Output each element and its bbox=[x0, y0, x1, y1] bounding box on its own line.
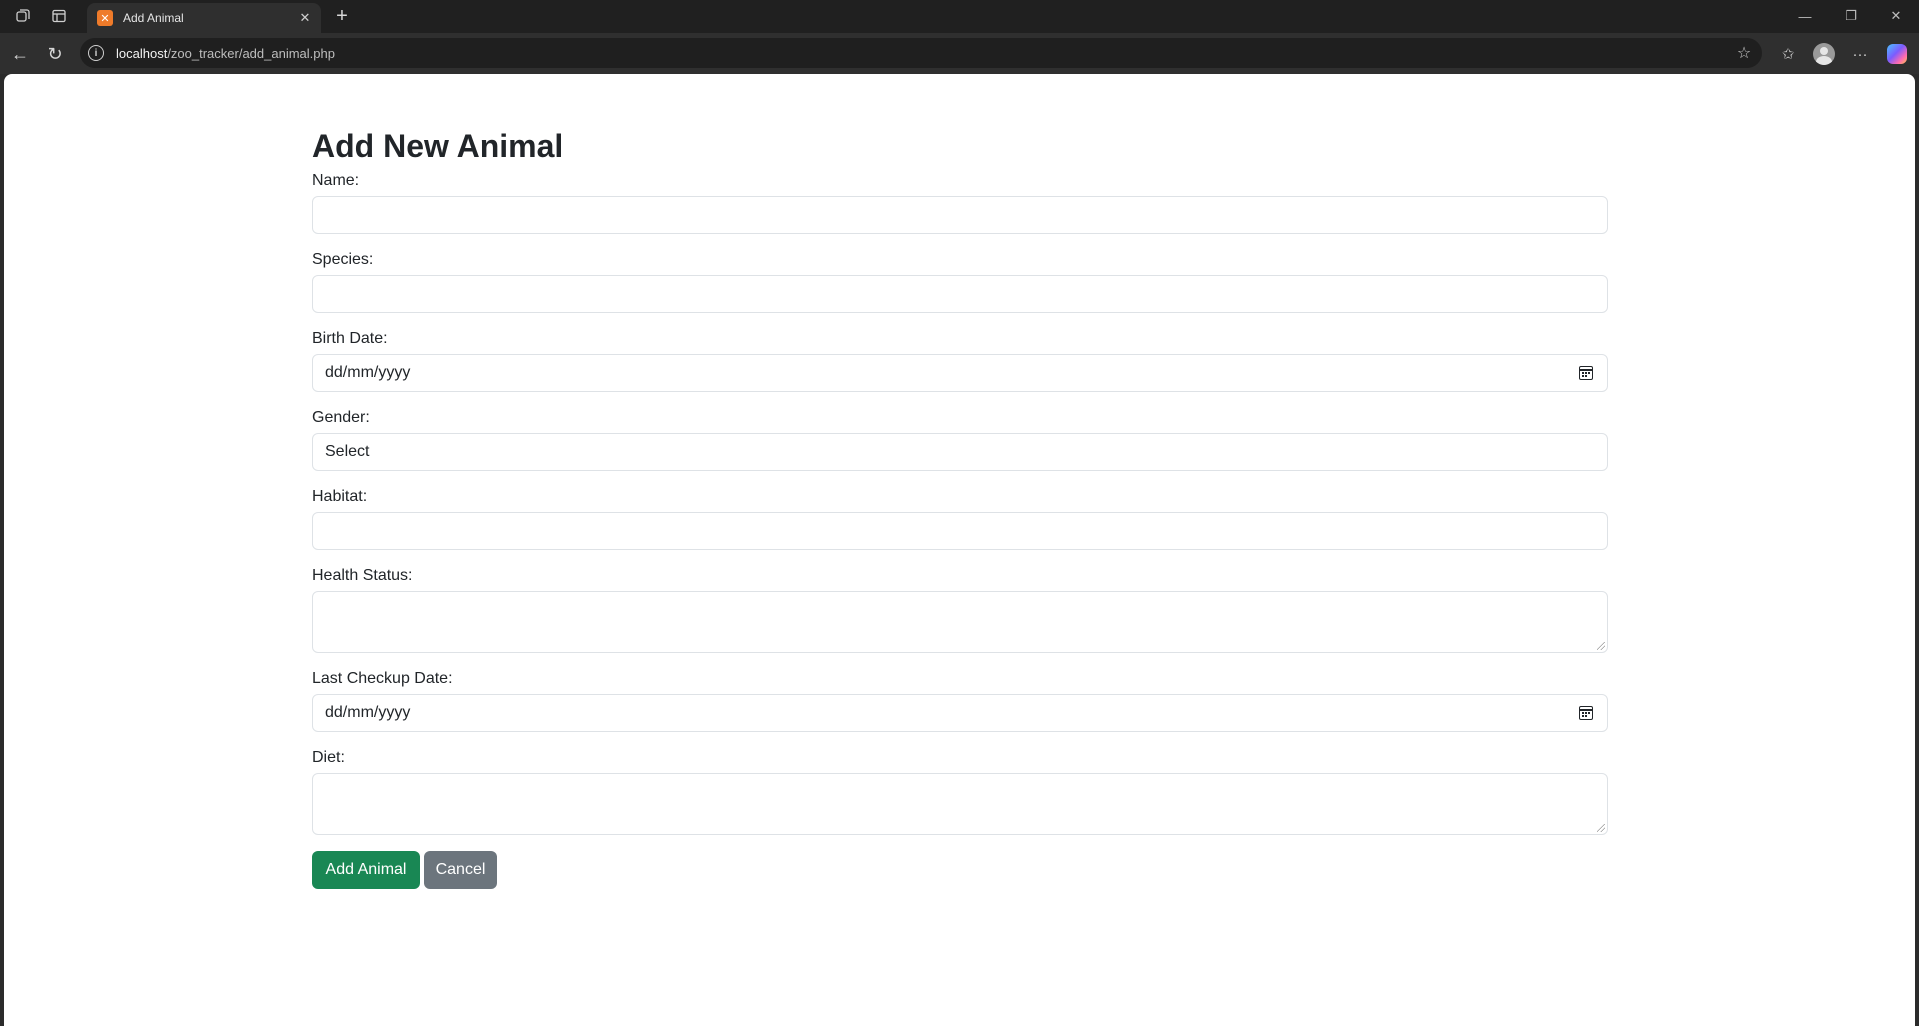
new-tab-icon[interactable]: + bbox=[330, 4, 354, 28]
last-checkup-input[interactable]: dd/mm/yyyy bbox=[312, 694, 1608, 732]
profile-icon[interactable] bbox=[1811, 41, 1837, 67]
form-actions: Add Animal Cancel bbox=[312, 851, 1608, 889]
copilot-icon[interactable] bbox=[1884, 41, 1910, 67]
gender-selected-value: Select bbox=[325, 443, 370, 460]
address-bar[interactable]: i localhost/zoo_tracker/add_animal.php ☆ bbox=[80, 38, 1762, 68]
last-checkup-group: Last Checkup Date: dd/mm/yyyy bbox=[312, 669, 1608, 732]
page-viewport: Add New Animal Name: Species: Birth Date… bbox=[4, 74, 1915, 1026]
name-input[interactable] bbox=[312, 196, 1608, 234]
habitat-input[interactable] bbox=[312, 512, 1608, 550]
gender-select[interactable]: Select bbox=[312, 433, 1608, 471]
health-status-group: Health Status: bbox=[312, 566, 1608, 653]
health-status-label: Health Status: bbox=[312, 567, 413, 584]
refresh-icon[interactable]: ↻ bbox=[42, 41, 68, 67]
star-icon[interactable]: ☆ bbox=[1734, 43, 1754, 63]
name-label: Name: bbox=[312, 172, 360, 189]
tab-title: Add Animal bbox=[123, 11, 184, 25]
form-container: Add New Animal Name: Species: Birth Date… bbox=[312, 126, 1608, 889]
url-text[interactable]: localhost/zoo_tracker/add_animal.php bbox=[116, 46, 335, 61]
add-animal-button[interactable]: Add Animal bbox=[312, 851, 420, 889]
browser-toolbar: ← ↻ i localhost/zoo_tracker/add_animal.p… bbox=[0, 33, 1919, 74]
diet-label: Diet: bbox=[312, 749, 345, 766]
page-title: Add New Animal bbox=[312, 128, 564, 164]
restore-icon[interactable]: ❐ bbox=[1836, 4, 1866, 28]
workspaces-icon[interactable] bbox=[12, 5, 34, 27]
more-icon[interactable]: ··· bbox=[1847, 41, 1873, 67]
birth-date-placeholder: dd/mm/yyyy bbox=[325, 364, 411, 381]
tab-add-animal[interactable]: ✕ Add Animal ✕ bbox=[87, 3, 321, 33]
birth-date-group: Birth Date: dd/mm/yyyy bbox=[312, 329, 1608, 392]
window-close-icon[interactable]: ✕ bbox=[1881, 4, 1911, 28]
tab-bar: ✕ Add Animal ✕ + — ❐ ✕ bbox=[0, 0, 1919, 33]
species-group: Species: bbox=[312, 250, 1608, 313]
minimize-icon[interactable]: — bbox=[1790, 4, 1820, 28]
close-icon[interactable]: ✕ bbox=[295, 8, 315, 28]
cancel-button[interactable]: Cancel bbox=[424, 851, 497, 889]
last-checkup-label: Last Checkup Date: bbox=[312, 670, 453, 687]
calendar-icon[interactable] bbox=[1579, 366, 1593, 380]
birth-date-label: Birth Date: bbox=[312, 330, 388, 347]
diet-textarea[interactable] bbox=[312, 773, 1608, 835]
species-label: Species: bbox=[312, 251, 374, 268]
health-status-textarea[interactable] bbox=[312, 591, 1608, 653]
gender-label: Gender: bbox=[312, 409, 370, 426]
last-checkup-placeholder: dd/mm/yyyy bbox=[325, 704, 411, 721]
info-icon[interactable]: i bbox=[88, 45, 104, 61]
xampp-favicon-icon: ✕ bbox=[97, 10, 113, 26]
birth-date-input[interactable]: dd/mm/yyyy bbox=[312, 354, 1608, 392]
tab-actions-icon[interactable] bbox=[48, 5, 70, 27]
calendar-icon[interactable] bbox=[1579, 706, 1593, 720]
species-input[interactable] bbox=[312, 275, 1608, 313]
diet-group: Diet: bbox=[312, 748, 1608, 835]
habitat-group: Habitat: bbox=[312, 487, 1608, 550]
back-icon[interactable]: ← bbox=[7, 41, 33, 67]
gender-group: Gender: Select bbox=[312, 408, 1608, 471]
name-group: Name: bbox=[312, 171, 1608, 234]
habitat-label: Habitat: bbox=[312, 488, 368, 505]
favorites-icon[interactable]: ✩ bbox=[1775, 41, 1801, 67]
